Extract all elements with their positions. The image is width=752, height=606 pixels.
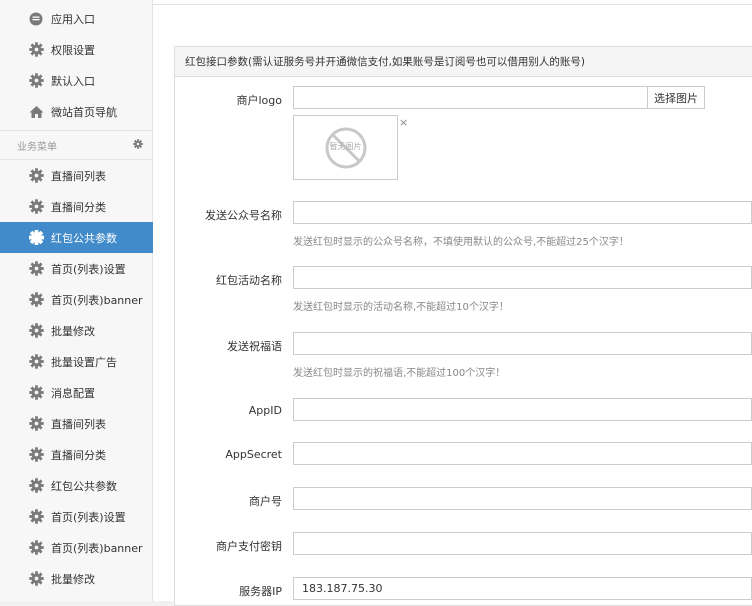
sidebar-item-business[interactable]: 首页(列表)banner [0, 284, 153, 315]
gear-icon [28, 168, 44, 184]
pay-key-label: 商户支付密钥 [216, 540, 282, 553]
logo-path-input[interactable] [293, 86, 648, 109]
activity-name-input[interactable] [293, 266, 752, 289]
sidebar-item-label: 应用入口 [51, 12, 95, 26]
gear-icon [28, 42, 44, 58]
sidebar-section-title: 业务菜单 [17, 141, 57, 153]
chat-bubble-icon [28, 11, 44, 27]
panel-title: 红包接口参数(需认证服务号并开通微信支付,如果账号是订阅号也可以借用别人的账号) [175, 47, 752, 77]
gear-icon [28, 354, 44, 370]
gear-icon [28, 509, 44, 525]
wishing-label: 发送祝福语 [227, 340, 282, 353]
no-image-placeholder: 暂无图片 [324, 126, 368, 170]
no-image-text: 暂无图片 [329, 141, 362, 151]
wishing-input[interactable] [293, 332, 752, 355]
gear-icon [28, 385, 44, 401]
gear-icon [28, 230, 44, 246]
sidebar-item-label: 批量设置广告 [51, 355, 117, 369]
select-image-button[interactable]: 选择图片 [647, 86, 705, 109]
sidebar-item-label: 直播间列表 [51, 169, 106, 183]
merchant-id-label: 商户号 [249, 495, 282, 508]
server-ip-input[interactable] [293, 577, 752, 600]
sidebar-item-permissions[interactable]: 权限设置 [0, 34, 153, 65]
gear-icon [28, 73, 44, 89]
gear-icon [28, 292, 44, 308]
top-divider [153, 0, 752, 5]
sender-name-input[interactable] [293, 201, 752, 224]
wishing-hint: 发送红包时显示的祝福语,不能超过100个汉字！ [293, 368, 506, 379]
logo-label: 商户logo [236, 94, 283, 107]
sidebar-item-business[interactable]: 红包公共参数 [0, 222, 153, 253]
red-packet-params-panel: 红包接口参数(需认证服务号并开通微信支付,如果账号是订阅号也可以借用别人的账号) [174, 46, 752, 606]
sidebar-section-business: 业务菜单 [0, 130, 153, 160]
sidebar-item-label: 首页(列表)banner [51, 293, 143, 307]
appid-label: AppID [248, 404, 282, 417]
merchant-id-input[interactable] [293, 487, 752, 510]
remove-image-icon[interactable]: × [399, 116, 408, 129]
logo-preview: 暂无图片 [293, 115, 398, 180]
sidebar-item-business[interactable]: 直播间列表 [0, 160, 153, 191]
gear-icon [28, 416, 44, 432]
sidebar-item-app-entry[interactable]: 应用入口 [0, 3, 153, 34]
gear-icon [28, 478, 44, 494]
gear-icon [28, 323, 44, 339]
sidebar: 应用入口 权限设置 默认入口 微站首页导航 业务菜单 直播间列表 直播间分类 红包公… [0, 0, 153, 601]
sidebar-item-label: 默认入口 [51, 74, 95, 88]
sidebar-item-label: 批量修改 [51, 324, 95, 338]
sidebar-item-label: 权限设置 [51, 43, 95, 57]
pay-key-input[interactable] [293, 532, 752, 555]
sidebar-item-label: 消息配置 [51, 386, 95, 400]
sidebar-item-label: 红包公共参数 [51, 479, 117, 493]
appsecret-input[interactable] [293, 442, 752, 465]
appid-input[interactable] [293, 398, 752, 421]
server-ip-label: 服务器IP [239, 585, 282, 598]
sidebar-item-label: 首页(列表)设置 [51, 510, 126, 524]
activity-name-hint: 发送红包时显示的活动名称,不能超过10个汉字！ [293, 302, 509, 313]
sender-name-hint: 发送红包时显示的公众号名称，不填使用默认的公众号,不能超过25个汉字！ [293, 237, 629, 248]
sidebar-item-label: 直播间列表 [51, 417, 106, 431]
appsecret-label: AppSecret [225, 448, 282, 461]
sender-name-label: 发送公众号名称 [205, 209, 282, 222]
section-gear-icon[interactable] [133, 138, 143, 152]
activity-name-label: 红包活动名称 [216, 274, 282, 287]
sidebar-item-label: 红包公共参数 [51, 231, 117, 245]
